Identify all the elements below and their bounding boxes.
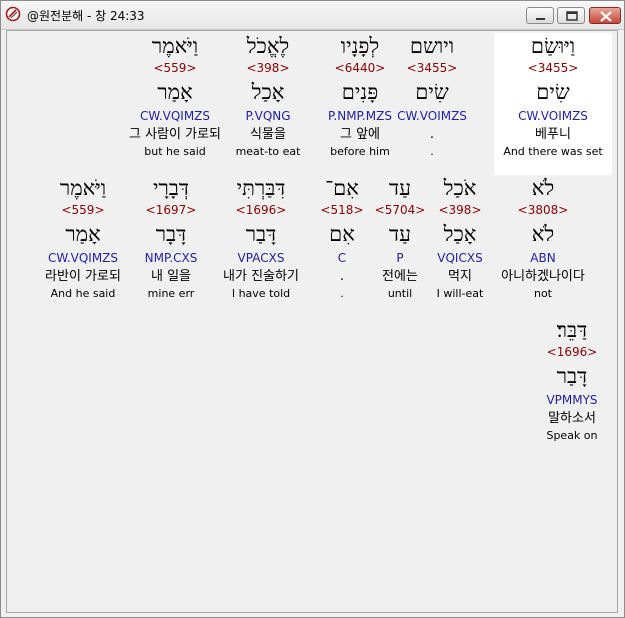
word-cell[interactable]: וַיֹּאמֶר <559> אָמַר CW.VQIMZS 그 사람이 가로되 but… <box>121 33 229 175</box>
korean-gloss: 라반이 가로되 <box>45 269 121 284</box>
english-gloss: Speak on <box>546 429 598 442</box>
word-analysis-panel[interactable]: וַיּוּשַׂם <3455> שִׂים CW.VOIMZS 베푸니 And the… <box>6 30 618 613</box>
hebrew-word: לֶאֱכֹל <box>246 34 290 58</box>
korean-gloss: 그 앞에 <box>339 127 380 142</box>
lemma: אָכַל <box>251 80 285 104</box>
strong-number: <398> <box>246 61 290 75</box>
hebrew-word: וַיֹּאמֶר <box>151 34 199 58</box>
app-logo-icon <box>5 6 21 22</box>
lemma: פָּנִים <box>341 80 379 104</box>
parsing-code: CW.VQIMZS <box>47 251 119 265</box>
hebrew-word: וַיּוּשַׂם <box>530 34 576 58</box>
lemma: דָּבַר <box>556 364 588 388</box>
hebrew-word: וַיֹּאמֶר <box>59 176 107 200</box>
english-gloss: And he said <box>50 287 116 300</box>
strong-number: <559> <box>153 61 197 75</box>
parsing-code: VPMMYS <box>546 393 598 407</box>
close-icon <box>600 11 612 22</box>
strong-number: <3455> <box>527 61 579 75</box>
hebrew-word: דַּבֵּר׃ <box>556 318 588 342</box>
korean-gloss: 식물을 <box>250 127 286 142</box>
window-title: @원전분해 - 창 24:33 <box>27 9 145 23</box>
korean-gloss: 말하소서 <box>548 411 596 426</box>
english-gloss: but he said <box>144 145 206 158</box>
parsing-code: P.NMP.MZS <box>328 109 392 123</box>
maximize-button[interactable] <box>557 7 585 24</box>
title-bar[interactable]: @원전분해 - 창 24:33 <box>1 1 624 30</box>
parsing-code: CW.VQIMZS <box>139 109 211 123</box>
app-window: @원전분해 - 창 24:33 וַיּוּשַׂם <3455> שִׂים CW.… <box>0 0 625 618</box>
strong-number: <559> <box>61 203 105 217</box>
lemma: אָמַר <box>65 222 101 246</box>
minimize-icon <box>536 18 545 20</box>
lemma: אָמַר <box>157 80 193 104</box>
parsing-code: CW.VOIMZS <box>518 109 588 123</box>
word-cell[interactable]: לְפָנָיו <6440> פָּנִים P.NMP.MZS 그 앞에 before… <box>306 33 414 175</box>
close-button[interactable] <box>589 7 621 24</box>
hebrew-word: לְפָנָיו <box>340 34 380 58</box>
english-gloss: before him <box>330 145 390 158</box>
minimize-button[interactable] <box>526 7 554 24</box>
english-gloss: And there was set <box>503 145 603 158</box>
parsing-code: P.VQNG <box>245 109 291 123</box>
strong-number: <6440> <box>334 61 386 75</box>
english-gloss: meat-to eat <box>235 145 301 158</box>
word-cell[interactable]: וַיּוּשַׂם <3455> שִׂים CW.VOIMZS 베푸니 And the… <box>494 33 612 175</box>
lemma: שִׂים <box>536 80 570 104</box>
word-cell[interactable]: דַּבֵּר׃ <1696> דָּבַר VPMMYS 말하소서 Speak on <box>518 317 617 459</box>
korean-gloss: 베푸니 <box>535 127 571 142</box>
maximize-icon <box>566 11 578 21</box>
word-cell[interactable]: לֶאֱכֹל <398> אָכַל P.VQNG 식물을 meat-to eat <box>214 33 322 175</box>
korean-gloss: 그 사람이 가로되 <box>129 127 221 142</box>
word-cell[interactable]: וַיֹּאמֶר <559> אָמַר CW.VQIMZS 라반이 가로되 And h… <box>29 175 137 317</box>
strong-number: <1696> <box>546 345 598 359</box>
